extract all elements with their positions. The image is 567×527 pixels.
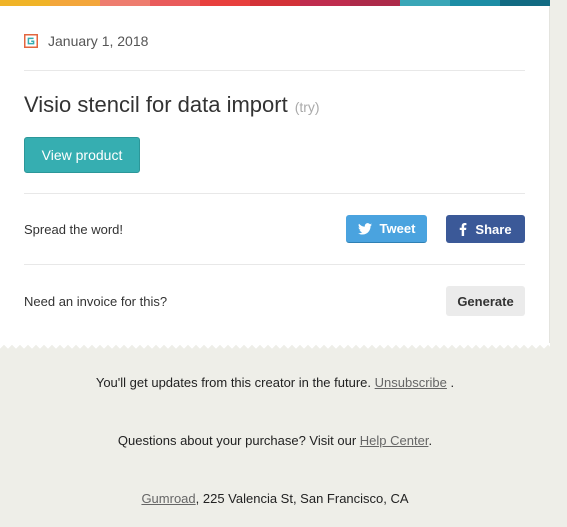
- divider: [24, 264, 525, 265]
- help-center-link[interactable]: Help Center: [360, 433, 429, 448]
- facebook-f-icon: [459, 222, 467, 236]
- address-text: , 225 Valencia St, San Francisco, CA: [195, 491, 409, 506]
- color-stripe: [0, 0, 550, 6]
- divider: [24, 70, 525, 71]
- company-address: Gumroad, 225 Valencia St, San Francisco,…: [0, 491, 550, 506]
- questions-end: .: [428, 433, 433, 448]
- try-label: (try): [294, 99, 320, 115]
- divider: [24, 193, 525, 194]
- invoice-prompt: Need an invoice for this?: [24, 294, 168, 309]
- receipt-card: January 1, 2018 Visio stencil for data i…: [0, 0, 550, 343]
- gumroad-logo-icon: [24, 34, 38, 48]
- questions-text: Questions about your purchase? Visit our: [117, 433, 357, 448]
- updates-notice: You'll get updates from this creator in …: [0, 375, 550, 390]
- date-row: January 1, 2018: [24, 32, 148, 50]
- product-title-row: Visio stencil for data import (try): [24, 92, 320, 118]
- twitter-bird-icon: [357, 222, 372, 235]
- purchase-date: January 1, 2018: [48, 33, 149, 49]
- gumroad-link[interactable]: Gumroad: [141, 491, 195, 506]
- updates-text: You'll get updates from this creator in …: [95, 375, 372, 390]
- facebook-share-button[interactable]: Share: [446, 215, 525, 243]
- share-prompt: Spread the word!: [24, 222, 124, 237]
- tweet-label: Tweet: [379, 221, 416, 236]
- tweet-button[interactable]: Tweet: [346, 215, 427, 243]
- share-label: Share: [475, 221, 512, 237]
- updates-end: .: [450, 375, 455, 390]
- product-title: Visio stencil for data import: [24, 92, 288, 117]
- card-torn-edge: [0, 343, 550, 351]
- unsubscribe-link[interactable]: Unsubscribe: [375, 375, 447, 390]
- generate-invoice-button[interactable]: Generate: [446, 286, 525, 316]
- view-product-button[interactable]: View product: [24, 137, 140, 173]
- help-notice: Questions about your purchase? Visit our…: [0, 433, 550, 448]
